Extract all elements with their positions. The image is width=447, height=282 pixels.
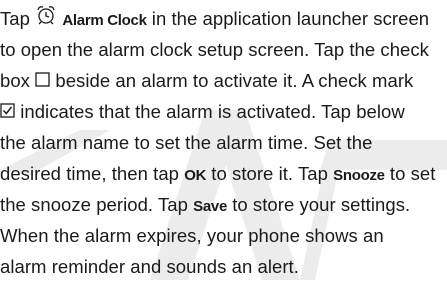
text-line: to open the alarm clock setup screen. Ta… [0,39,429,60]
text-line: desired time, then tap OK to store it. T… [0,163,436,184]
text-line: the alarm name to set the alarm time. Se… [0,132,373,153]
snooze-keyword: Snooze [333,167,385,184]
text-line: box beside an alarm to activate it. A ch… [0,65,447,96]
checked-checkbox-icon [0,96,15,127]
text-line: indicates that the alarm is activated. T… [0,96,447,127]
instruction-paragraph: Tap Alarm Clock in the application launc… [0,3,447,282]
text-line: the snooze period. Tap Save to store you… [0,194,411,215]
document-page: Tap Alarm Clock in the application launc… [0,0,447,280]
ok-keyword: OK [184,167,207,184]
text-line: Tap Alarm Clock in the application launc… [0,3,447,34]
text-line: When the alarm expires, your phone shows… [0,225,384,246]
alarm-clock-keyword: Alarm Clock [62,12,147,29]
alarm-clock-icon [35,3,57,34]
text-line: alarm reminder and sounds an alert. [0,256,299,277]
save-keyword: Save [193,198,227,215]
empty-checkbox-icon [35,65,50,96]
